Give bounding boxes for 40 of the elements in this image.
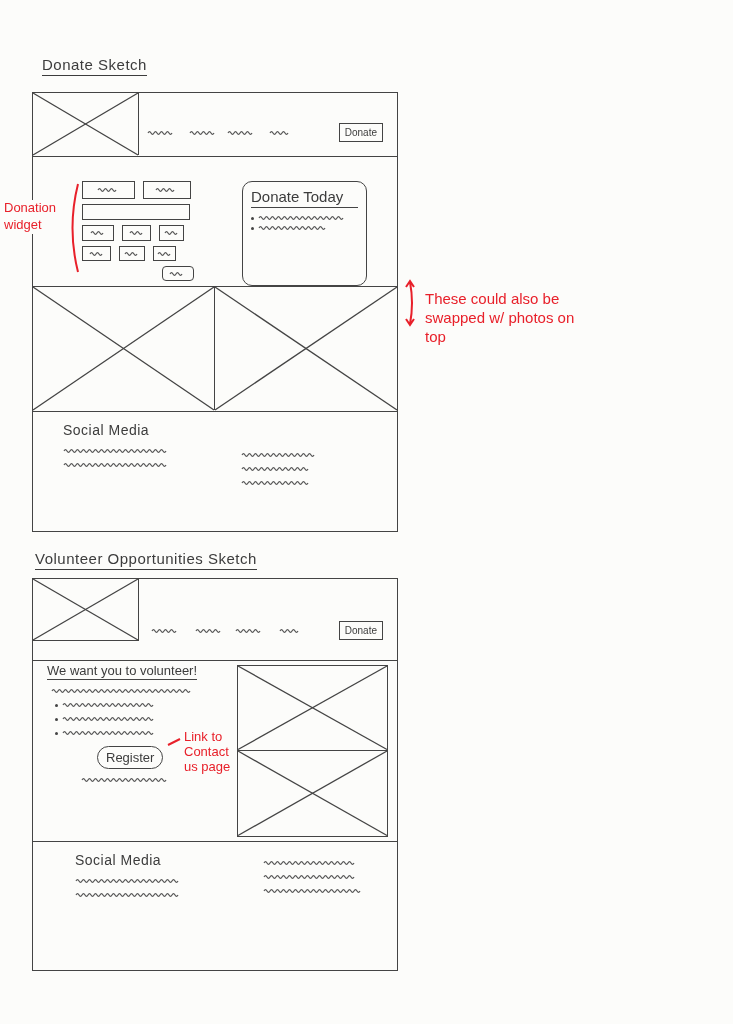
bullet-icon <box>55 717 58 721</box>
register-button[interactable]: Register <box>97 746 164 769</box>
option-button[interactable] <box>159 225 184 241</box>
squiggle-icon <box>90 230 106 236</box>
card-title: Donate Today <box>251 188 358 208</box>
bullet-icon <box>55 703 58 707</box>
donate-button[interactable]: Donate <box>338 123 383 142</box>
squiggle-icon <box>269 129 291 136</box>
option-button[interactable] <box>119 246 145 261</box>
annotation-text: These could also be swapped w/ photos on top <box>425 290 576 347</box>
squiggle-icon <box>241 480 311 486</box>
option-button[interactable] <box>122 225 151 241</box>
squiggle-icon <box>195 627 221 634</box>
section-heading: We want you to volunteer! <box>47 663 198 680</box>
bullet-icon <box>251 216 254 220</box>
footer-heading: Social Media <box>63 422 151 438</box>
option-button[interactable] <box>82 246 111 261</box>
annotation-text: Link to Contact us page <box>184 730 232 775</box>
sketch-title: Donate Sketch <box>42 56 147 76</box>
footer-heading: Social Media <box>75 852 163 868</box>
option-button[interactable] <box>143 181 191 199</box>
donate-button[interactable]: Donate <box>338 621 383 640</box>
squiggle-icon <box>279 627 301 634</box>
leader-line <box>167 738 181 746</box>
input-field[interactable] <box>82 204 190 220</box>
double-arrow-icon <box>403 279 417 327</box>
squiggle-icon <box>124 250 140 257</box>
squiggle-icon <box>163 230 180 236</box>
option-button[interactable] <box>153 246 176 261</box>
squiggle-icon <box>156 250 173 257</box>
squiggle-icon <box>128 230 145 236</box>
bullet-icon <box>251 226 254 230</box>
squiggle-icon <box>88 250 105 257</box>
option-button[interactable] <box>82 181 135 199</box>
sketch-title: Volunteer Opportunities Sketch <box>35 550 257 570</box>
squiggle-icon <box>241 466 311 472</box>
option-button[interactable] <box>162 266 194 281</box>
bullet-icon <box>55 731 58 735</box>
option-button[interactable] <box>82 225 114 241</box>
squiggle-icon <box>189 129 215 136</box>
